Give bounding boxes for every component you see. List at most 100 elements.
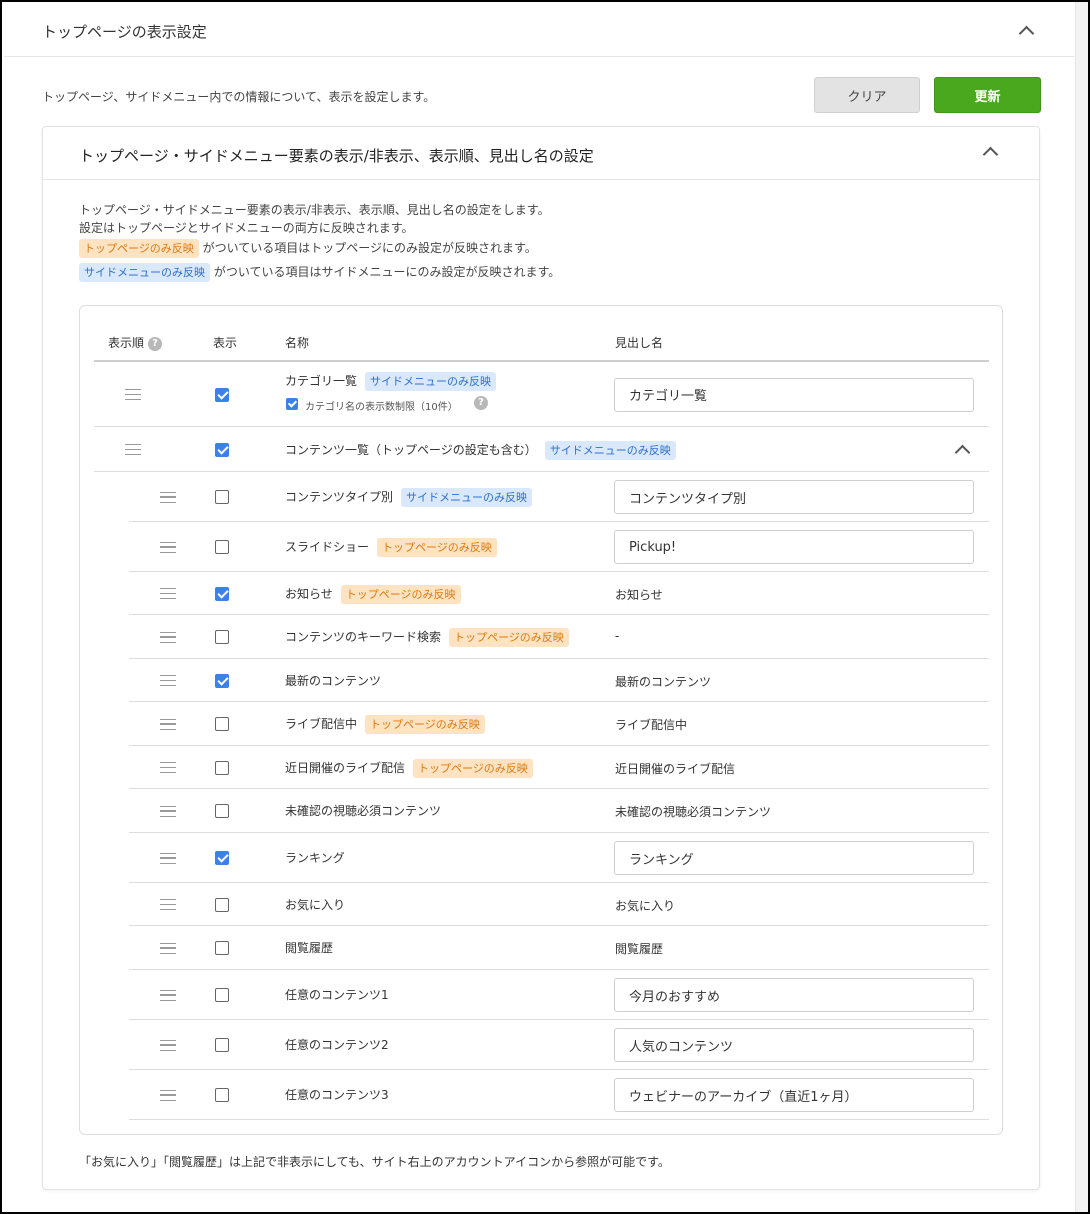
settings-frame: トップページの表示設定 トップページ、サイドメニュー内での情報について、表示を設…	[0, 0, 1090, 1214]
heading-text: ライブ配信中	[615, 718, 688, 732]
settings-table: 表示順? 表示 名称 見出し名 カテゴリ一覧 サイドメニューのみ反映 カテゴリ名の表…	[79, 305, 1003, 1135]
drag-handle-icon[interactable]	[160, 1039, 176, 1051]
table-row: 任意のコンテンツ2	[80, 1020, 1002, 1070]
display-checkbox[interactable]	[215, 442, 229, 457]
row-name-label: お知らせ	[285, 586, 333, 601]
display-checkbox[interactable]	[215, 490, 229, 504]
heading-input[interactable]	[614, 978, 974, 1012]
display-checkbox[interactable]	[215, 630, 229, 644]
row-name-label: 最新のコンテンツ	[285, 673, 382, 688]
tag-top-only: トップページのみ反映	[377, 538, 497, 557]
row-name-label: コンテンツタイプ別	[285, 490, 394, 504]
drag-handle-icon[interactable]	[160, 852, 176, 864]
display-checkbox[interactable]	[215, 941, 229, 955]
row-name-label: コンテンツ一覧（トップページの設定も含む）	[285, 442, 537, 457]
drag-handle-icon[interactable]	[160, 718, 176, 730]
section-title: トップページの表示設定	[42, 23, 207, 41]
drag-handle-icon[interactable]	[160, 762, 176, 773]
table-row: ライブ配信中 トップページのみ反映 ライブ配信中	[80, 702, 1002, 746]
table-row: ランキング	[80, 833, 1002, 883]
drag-handle-icon[interactable]	[160, 541, 176, 553]
clear-button[interactable]: クリア	[814, 77, 920, 113]
help-icon[interactable]: ?	[148, 336, 163, 351]
row-name-label: ライブ配信中	[285, 717, 358, 731]
display-checkbox[interactable]	[215, 897, 229, 912]
row-name: 近日開催のライブ配信 トップページのみ反映	[285, 758, 533, 778]
heading-input[interactable]	[614, 841, 974, 875]
info-line-2: 設定はトップページとサイドメニューの両方に反映されます。	[79, 221, 414, 235]
display-checkbox[interactable]	[215, 804, 229, 818]
card-header[interactable]: トップページ・サイドメニュー要素の表示/非表示、表示順、見出し名の設定	[43, 127, 1039, 180]
table-row: コンテンツタイプ別 サイドメニューのみ反映	[80, 472, 1002, 522]
drag-handle-icon[interactable]	[125, 389, 141, 400]
category-limit-checkbox[interactable]	[286, 398, 298, 410]
drag-handle-icon[interactable]	[160, 1089, 176, 1101]
row-name: スライドショー トップページのみ反映	[285, 538, 497, 557]
heading-input[interactable]	[614, 1028, 974, 1062]
tag-side-only: サイドメニューのみ反映	[544, 440, 676, 460]
drag-handle-icon[interactable]	[160, 491, 176, 503]
display-checkbox[interactable]	[215, 586, 229, 601]
scrollbar[interactable]	[1075, 2, 1088, 1212]
update-button[interactable]: 更新	[934, 77, 1041, 113]
row-name: カテゴリ一覧 サイドメニューのみ反映	[285, 372, 497, 391]
table-row: お気に入り お気に入り	[80, 883, 1002, 926]
table-row: 任意のコンテンツ3	[80, 1070, 1002, 1120]
display-checkbox[interactable]	[215, 1088, 229, 1102]
drag-handle-icon[interactable]	[125, 444, 141, 455]
drag-handle-icon[interactable]	[160, 989, 176, 1001]
heading-input[interactable]	[614, 530, 974, 564]
heading-input[interactable]	[614, 480, 974, 514]
row-name: コンテンツのキーワード検索 トップページのみ反映	[285, 628, 569, 647]
display-settings-card: トップページ・サイドメニュー要素の表示/非表示、表示順、見出し名の設定 トップペ…	[42, 126, 1040, 1190]
display-checkbox[interactable]	[215, 540, 229, 554]
header-display: 表示	[213, 336, 238, 350]
header-order: 表示順?	[108, 334, 163, 351]
display-checkbox[interactable]	[215, 717, 229, 731]
heading-text: 閲覧履歴	[615, 942, 664, 956]
table-row: カテゴリ一覧 サイドメニューのみ反映カテゴリ名の表示数制限（10件）?	[80, 362, 1002, 427]
display-checkbox[interactable]	[215, 388, 229, 402]
category-limit-label: カテゴリ名の表示数制限（10件）	[305, 402, 458, 413]
row-name: 最新のコンテンツ	[285, 672, 381, 689]
display-checkbox[interactable]	[215, 673, 229, 688]
drag-handle-icon[interactable]	[160, 588, 176, 599]
card-collapse-chevron-icon[interactable]	[982, 146, 999, 163]
info-line-4: サイドメニューのみ反映 がついている項目はサイドメニューにのみ設定が反映されます…	[79, 263, 560, 282]
heading-text: 最新のコンテンツ	[615, 674, 712, 689]
display-checkbox[interactable]	[215, 988, 229, 1002]
row-name: 任意のコンテンツ3	[285, 1086, 389, 1103]
table-row: 最新のコンテンツ 最新のコンテンツ	[80, 659, 1002, 702]
heading-input[interactable]	[614, 377, 974, 412]
row-name: コンテンツ一覧（トップページの設定も含む） サイドメニューのみ反映	[285, 440, 676, 460]
legend-tag-top: トップページのみ反映	[79, 239, 199, 258]
help-icon[interactable]: ?	[474, 396, 488, 410]
drag-handle-icon[interactable]	[160, 899, 176, 910]
row-name: ライブ配信中 トップページのみ反映	[285, 715, 485, 734]
drag-handle-icon[interactable]	[160, 805, 176, 817]
collapse-chevron-icon[interactable]	[1018, 25, 1035, 42]
table-row: コンテンツ一覧（トップページの設定も含む） サイドメニューのみ反映	[80, 427, 1002, 472]
display-checkbox[interactable]	[215, 851, 229, 865]
heading-input[interactable]	[614, 1078, 974, 1112]
table-row: 未確認の視聴必須コンテンツ 未確認の視聴必須コンテンツ	[80, 789, 1002, 833]
footnote: 「お気に入り」「閲覧履歴」は上記で非表示にしても、サイト右上のアカウントアイコン…	[79, 1155, 670, 1169]
info-line-1: トップページ・サイドメニュー要素の表示/非表示、表示順、見出し名の設定をします。	[79, 203, 550, 217]
display-checkbox[interactable]	[215, 1038, 229, 1052]
row-name: 未確認の視聴必須コンテンツ	[285, 802, 441, 819]
card-title: トップページ・サイドメニュー要素の表示/非表示、表示順、見出し名の設定	[79, 147, 594, 165]
drag-handle-icon[interactable]	[160, 631, 176, 643]
section-header[interactable]: トップページの表示設定	[4, 4, 1074, 57]
legend-text-top: がついている項目はトップページにのみ設定が反映されます。	[202, 241, 537, 255]
row-name-label: 任意のコンテンツ2	[285, 1038, 389, 1052]
legend-tag-side: サイドメニューのみ反映	[79, 263, 210, 282]
tag-side-only: サイドメニューのみ反映	[365, 372, 497, 391]
heading-text: お知らせ	[615, 587, 663, 602]
table-row: 閲覧履歴 閲覧履歴	[80, 926, 1002, 970]
drag-handle-icon[interactable]	[160, 675, 176, 686]
drag-handle-icon[interactable]	[160, 942, 176, 954]
expand-chevron-icon[interactable]	[954, 444, 971, 460]
tag-side-only: サイドメニューのみ反映	[401, 488, 533, 507]
table-row: コンテンツのキーワード検索 トップページのみ反映 -	[80, 615, 1002, 659]
display-checkbox[interactable]	[215, 760, 229, 775]
